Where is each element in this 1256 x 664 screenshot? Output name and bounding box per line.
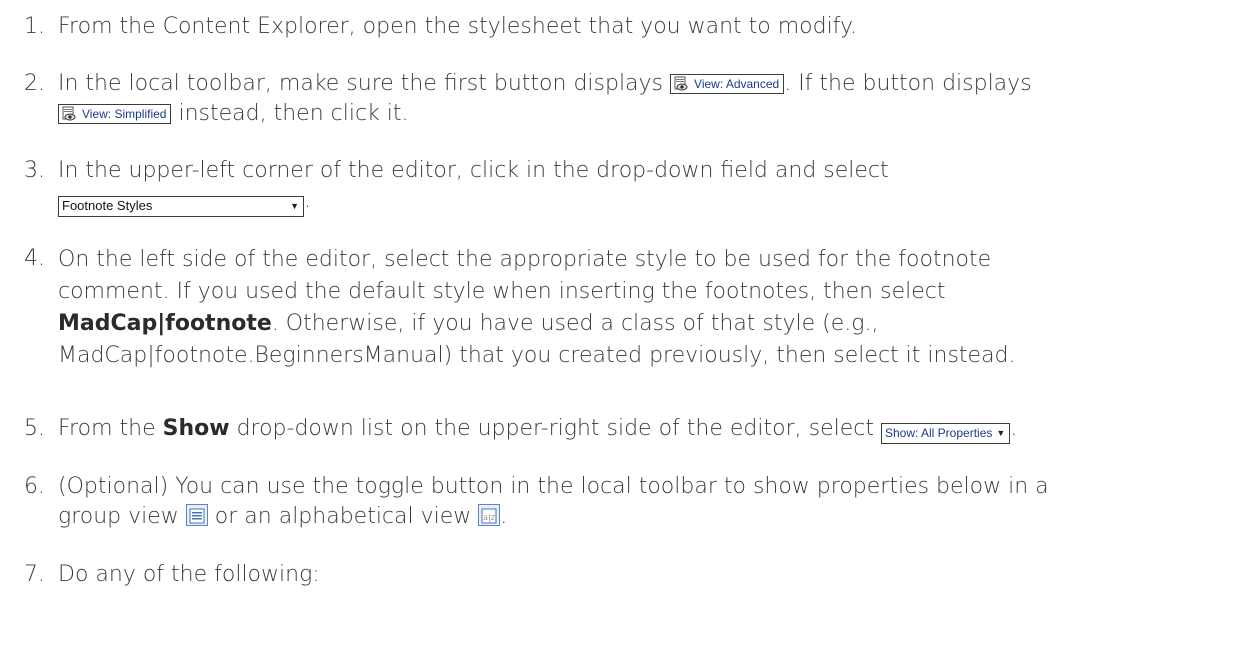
- view-advanced-button-image: View: Advanced: [670, 74, 785, 94]
- step-text: or an alphabetical view: [214, 504, 472, 529]
- step-number: 5.: [24, 416, 45, 441]
- chevron-down-icon: ▼: [996, 428, 1006, 438]
- step-number: 7.: [24, 562, 45, 587]
- footnote-styles-dropdown-image: Footnote Styles ▼: [58, 195, 304, 217]
- step-text: (Optional) You can use the toggle button…: [58, 474, 1049, 499]
- step-number: 4.: [24, 246, 45, 271]
- monitor-eye-icon: [674, 76, 688, 91]
- step-text: MadCap|footnote.BeginnersManual) that yo…: [58, 343, 1016, 368]
- help-page: 1. From the Content Explorer, open the s…: [0, 0, 1256, 664]
- step-text: In the local toolbar, make sure the firs…: [58, 71, 664, 96]
- view-advanced-label: View: Advanced: [694, 77, 780, 91]
- step-text: group view: [58, 504, 179, 529]
- step-number: 2.: [24, 71, 45, 96]
- step-text: In the upper-left corner of the editor, …: [58, 158, 889, 183]
- step-number: 1.: [24, 14, 45, 39]
- style-name: MadCap|footnote: [58, 311, 272, 336]
- group-view-icon: [185, 504, 208, 526]
- view-simplified-button-image: View: Simplified: [58, 104, 172, 124]
- step-text: On the left side of the editor, select t…: [58, 247, 992, 272]
- step-text: From the: [58, 416, 156, 441]
- svg-text:a|z: a|z: [483, 513, 495, 522]
- step-text: . Otherwise, if you have used a class of…: [271, 311, 879, 336]
- step-text: comment. If you used the default style w…: [58, 279, 946, 304]
- step-number: 3.: [24, 158, 45, 183]
- alphabetical-view-icon: a|z: [478, 504, 501, 526]
- step-text: . If the button displays: [784, 71, 1032, 96]
- ui-term: Show: [162, 416, 230, 441]
- step-text: drop-down list on the upper-right side o…: [236, 416, 874, 441]
- monitor-eye-icon: [62, 106, 76, 121]
- show-all-properties-button-image: Show: All Properties ▼: [880, 422, 1011, 444]
- step-number: 6.: [24, 474, 45, 499]
- step-text: From the Content Explorer, open the styl…: [58, 14, 857, 39]
- step-text: instead, then click it.: [178, 101, 409, 126]
- step-text: Do any of the following:: [58, 562, 320, 587]
- chevron-down-icon: ▼: [290, 201, 299, 211]
- dropdown-value: Footnote Styles: [62, 198, 153, 213]
- view-simplified-label: View: Simplified: [82, 107, 167, 121]
